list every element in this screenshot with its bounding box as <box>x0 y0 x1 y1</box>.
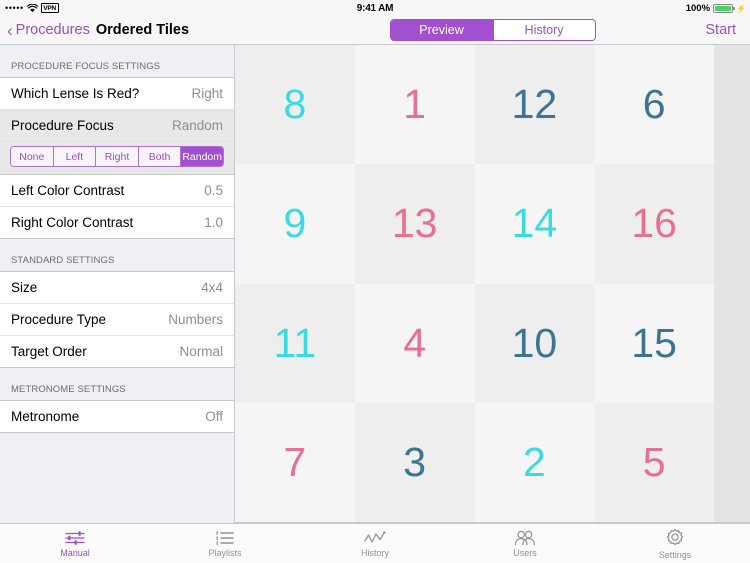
tab-label: Users <box>513 547 537 558</box>
page-title: Ordered Tiles <box>95 22 190 38</box>
battery-full-icon <box>713 3 736 13</box>
segment-option-random[interactable]: Random <box>180 147 223 166</box>
procedure-focus-segment-row: None Left Right Both Random <box>0 142 234 175</box>
row-label: Right Color Contrast <box>11 215 134 230</box>
section-header-standard: STANDARD SETTINGS <box>11 255 115 266</box>
row-label: Procedure Focus <box>11 118 114 133</box>
row-value: Off <box>205 409 223 424</box>
tab-manual[interactable]: Manual <box>0 524 150 563</box>
users-icon <box>513 530 537 546</box>
procedure-focus-segmented-control[interactable]: None Left Right Both Random <box>10 146 224 167</box>
tile[interactable]: 9 <box>235 164 355 284</box>
tile[interactable]: 7 <box>235 402 355 522</box>
tile[interactable]: 6 <box>594 45 714 165</box>
row-value: Random <box>171 118 223 133</box>
row-value: 1.0 <box>204 215 223 230</box>
tile[interactable]: 5 <box>594 402 714 522</box>
row-right-color-contrast[interactable]: Right Color Contrast 1.0 <box>0 207 234 239</box>
left-navigation-bar: ‹ Procedures Ordered Tiles <box>0 16 235 45</box>
row-label: Metronome <box>11 409 80 424</box>
list-icon <box>214 530 236 546</box>
tile[interactable]: 15 <box>594 283 714 403</box>
tile[interactable]: 14 <box>474 164 595 284</box>
tile[interactable]: 8 <box>235 45 355 165</box>
sliders-icon <box>64 530 86 546</box>
tab-history[interactable]: History <box>492 20 595 40</box>
start-button[interactable]: Start <box>705 22 736 38</box>
row-size[interactable]: Size 4x4 <box>0 272 234 304</box>
tab-history[interactable]: History <box>300 524 450 563</box>
section-header-metronome: METRONOME SETTINGS <box>11 384 126 395</box>
status-bar: ••••• VPN 9:41 AM 100% ⚡ <box>0 0 750 16</box>
group-procedure-focus: Which Lense Is Red? Right Procedure Focu… <box>0 77 234 239</box>
tile[interactable]: 2 <box>474 402 595 522</box>
chart-line-icon <box>363 530 387 546</box>
segment-option-right[interactable]: Right <box>95 147 138 166</box>
row-procedure-focus[interactable]: Procedure Focus Random <box>0 110 234 142</box>
tile[interactable]: 1 <box>354 45 475 165</box>
back-button-label[interactable]: Procedures <box>16 22 90 38</box>
tile-preview-area: 8 1 12 6 9 13 14 16 11 4 10 15 7 3 2 5 <box>235 45 750 523</box>
row-value: Numbers <box>168 312 223 327</box>
row-label: Procedure Type <box>11 312 107 327</box>
row-which-lense-is-red[interactable]: Which Lense Is Red? Right <box>0 78 234 110</box>
status-bar-time: 9:41 AM <box>356 2 394 14</box>
tab-preview[interactable]: Preview <box>390 20 493 40</box>
tab-label: Manual <box>60 547 90 558</box>
tile[interactable]: 12 <box>474 45 595 165</box>
tile[interactable]: 11 <box>235 283 355 403</box>
tab-label: Playlists <box>208 547 242 558</box>
row-value: Normal <box>179 344 223 359</box>
right-navigation-bar: Preview History Start <box>235 16 750 45</box>
tile-grid[interactable]: 8 1 12 6 9 13 14 16 11 4 10 15 7 3 2 5 <box>235 45 714 522</box>
row-target-order[interactable]: Target Order Normal <box>0 336 234 368</box>
tile[interactable]: 10 <box>474 283 595 403</box>
tile[interactable]: 13 <box>354 164 475 284</box>
tab-users[interactable]: Users <box>450 524 600 563</box>
bottom-tab-bar[interactable]: Manual Playlists History Users Settings <box>0 523 750 563</box>
tab-playlists[interactable]: Playlists <box>150 524 300 563</box>
tile[interactable]: 16 <box>594 164 714 284</box>
row-left-color-contrast[interactable]: Left Color Contrast 0.5 <box>0 175 234 207</box>
section-header-procedure-focus: PROCEDURE FOCUS SETTINGS <box>11 61 161 72</box>
tab-label: History <box>360 547 389 558</box>
preview-history-segmented-control[interactable]: Preview History <box>389 19 596 41</box>
tab-settings[interactable]: Settings <box>600 524 750 563</box>
group-metronome-settings: Metronome Off <box>0 400 234 433</box>
segment-option-none[interactable]: None <box>11 147 53 166</box>
row-label: Which Lense Is Red? <box>11 86 140 101</box>
row-label: Left Color Contrast <box>11 183 125 198</box>
row-label: Size <box>11 280 38 295</box>
row-value: Right <box>191 86 223 101</box>
group-standard-settings: Size 4x4 Procedure Type Numbers Target O… <box>0 271 234 368</box>
segment-option-both[interactable]: Both <box>137 147 181 166</box>
segment-option-left[interactable]: Left <box>52 147 96 166</box>
row-metronome[interactable]: Metronome Off <box>0 401 234 433</box>
tile[interactable]: 4 <box>354 283 475 403</box>
back-chevron-icon[interactable]: ‹ <box>7 22 13 39</box>
settings-sidebar[interactable]: PROCEDURE FOCUS SETTINGS Which Lense Is … <box>0 45 235 523</box>
row-value: 4x4 <box>201 280 223 295</box>
row-value: 0.5 <box>204 183 223 198</box>
gear-icon <box>665 528 685 548</box>
app-root: ••••• VPN 9:41 AM 100% ⚡ ‹ Procedures Or… <box>0 0 750 563</box>
row-procedure-type[interactable]: Procedure Type Numbers <box>0 304 234 336</box>
row-label: Target Order <box>11 344 87 359</box>
tile[interactable]: 3 <box>354 402 475 522</box>
tab-label: Settings <box>658 549 692 560</box>
